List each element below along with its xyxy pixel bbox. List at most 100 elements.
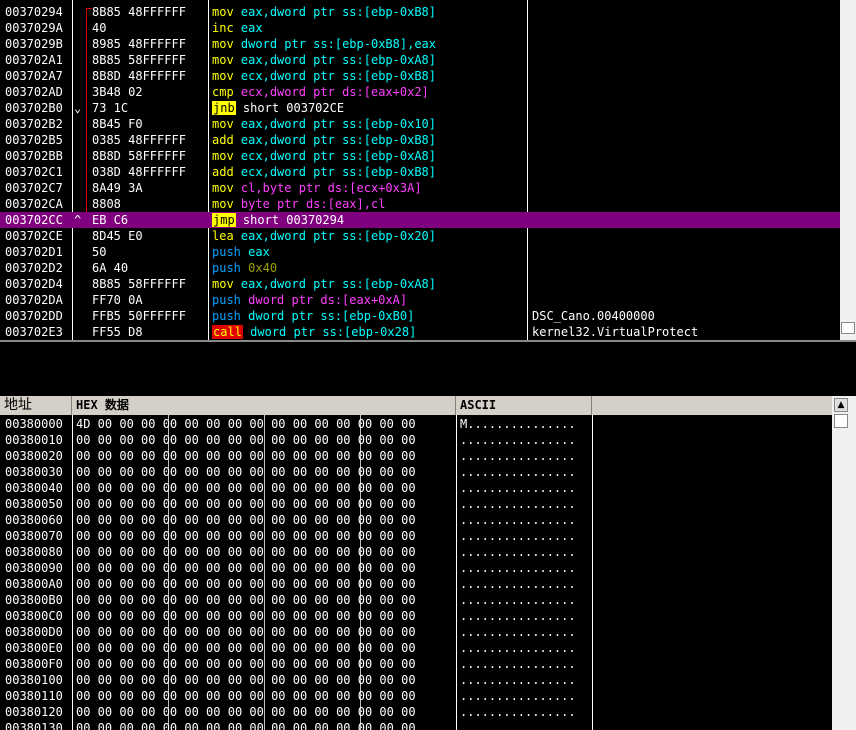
disasm-row[interactable]: 003702D2 6A 40 push 0x40 (0, 260, 840, 276)
mnemonic: push (212, 293, 241, 307)
dump-ascii: ................ (460, 673, 576, 687)
disasm-row[interactable]: 00370294 8B85 48FFFFFF mov eax,dword ptr s… (0, 4, 840, 20)
mnemonic: push (212, 261, 241, 275)
dump-hex-bytes: 00 00 00 00 00 00 00 00 00 00 00 00 00 0… (76, 689, 416, 703)
dump-address: 00380050 (5, 497, 63, 511)
instruction-address: 003702D1 (5, 245, 63, 259)
mnemonic: mov (212, 197, 234, 211)
disasm-row[interactable]: 003702DD FFB5 50FFFFFF push dword ptr ss:[… (0, 308, 840, 324)
opcode-bytes: 8B85 58FFFFFF (92, 53, 186, 67)
disasm-row[interactable]: 003702D1 50 push eax (0, 244, 840, 260)
jump-marker: ^ (74, 213, 82, 227)
disasm-row[interactable]: 003702B2 8B45 F0 mov eax,dword ptr ss:[ebp… (0, 116, 840, 132)
disasm-row[interactable]: 003702DA FF70 0A push dword ptr ds:[eax+0x… (0, 292, 840, 308)
disasm-row[interactable]: 003702A1 8B85 58FFFFFF mov eax,dword ptr s… (0, 52, 840, 68)
header-address[interactable]: 地址 (0, 396, 72, 415)
instruction-address: 003702CE (5, 229, 63, 243)
dump-address: 00380100 (5, 673, 63, 687)
scrollbar-thumb[interactable] (834, 414, 848, 428)
dump-hex-bytes: 00 00 00 00 00 00 00 00 00 00 00 00 00 0… (76, 705, 416, 719)
opcode-bytes: 40 (92, 21, 107, 35)
memory-dump-pane[interactable]: 00380000 4D 00 00 00 00 00 00 00 00 00 00… (0, 415, 832, 730)
disassembly-pane[interactable]: 00370294 8B85 48FFFFFF mov eax,dword ptr s… (0, 0, 840, 340)
operands: ecx,dword ptr ss:[ebp-0xA8] (240, 149, 436, 163)
disasm-row[interactable]: 003702C7 8A49 3A mov cl,byte ptr ds:[ecx+0… (0, 180, 840, 196)
chevron-up-icon[interactable]: ▲ (834, 398, 848, 412)
disasm-row[interactable]: 003702CA 8808 mov byte ptr ds:[eax],cl (0, 196, 840, 212)
disasm-row[interactable]: 003702CC ^ EB C6 jmp short 00370294 (0, 212, 840, 228)
dump-address: 00380000 (5, 417, 63, 431)
header-ascii[interactable]: ASCII (456, 396, 592, 415)
dump-row[interactable]: 00380130 00 00 00 00 00 00 00 00 00 00 00… (0, 720, 832, 730)
instruction-address: 0037029B (5, 37, 63, 51)
dump-row[interactable]: 003800F0 00 00 00 00 00 00 00 00 00 00 00… (0, 656, 832, 672)
instruction-text: mov ecx,dword ptr ss:[ebp-0xB8] (212, 68, 526, 84)
dump-hex-bytes: 00 00 00 00 00 00 00 00 00 00 00 00 00 0… (76, 673, 416, 687)
dump-row[interactable]: 00380120 00 00 00 00 00 00 00 00 00 00 00… (0, 704, 832, 720)
dump-ascii: ................ (460, 705, 576, 719)
operands: eax,dword ptr ss:[ebp-0xB8] (240, 133, 436, 147)
instruction-text: push 0x40 (212, 260, 526, 276)
opcode-bytes: 8985 48FFFFFF (92, 37, 186, 51)
opcode-bytes: 0385 48FFFFFF (92, 133, 186, 147)
dump-row[interactable]: 00380010 00 00 00 00 00 00 00 00 00 00 00… (0, 432, 832, 448)
dump-row[interactable]: 003800E0 00 00 00 00 00 00 00 00 00 00 00… (0, 640, 832, 656)
disasm-row[interactable]: 003702C1 038D 48FFFFFF add ecx,dword ptr s… (0, 164, 840, 180)
scrollbar-thumb[interactable] (841, 322, 855, 334)
disasm-row[interactable]: 003702B5 0385 48FFFFFF add eax,dword ptr s… (0, 132, 840, 148)
mnemonic: add (212, 165, 234, 179)
dump-row[interactable]: 003800A0 00 00 00 00 00 00 00 00 00 00 00… (0, 576, 832, 592)
opcode-bytes: 8B45 F0 (92, 117, 143, 131)
dump-hex-bytes: 00 00 00 00 00 00 00 00 00 00 00 00 00 0… (76, 529, 416, 543)
instruction-text: mov eax,dword ptr ss:[ebp-0xB8] (212, 4, 526, 20)
disasm-row[interactable]: 003702BB 8B8D 58FFFFFF mov ecx,dword ptr s… (0, 148, 840, 164)
dump-address: 00380060 (5, 513, 63, 527)
opcode-bytes: 6A 40 (92, 261, 129, 275)
dump-hex-bytes: 00 00 00 00 00 00 00 00 00 00 00 00 00 0… (76, 545, 416, 559)
mnemonic: mov (212, 277, 234, 291)
dump-row[interactable]: 00380020 00 00 00 00 00 00 00 00 00 00 00… (0, 448, 832, 464)
disasm-row[interactable]: 003702E3 FF55 D8 call dword ptr ss:[ebp-0x… (0, 324, 840, 340)
operands: eax (248, 245, 270, 259)
disasm-row[interactable]: 0037029B 8985 48FFFFFF mov dword ptr ss:[e… (0, 36, 840, 52)
operands: eax,dword ptr ss:[ebp-0x10] (240, 117, 436, 131)
disasm-row[interactable]: 0037029A 40 inc eax (0, 20, 840, 36)
opcode-bytes: 8B85 48FFFFFF (92, 5, 186, 19)
dump-scrollbar[interactable]: ▲ (832, 396, 856, 730)
disasm-row[interactable]: 003702AD 3B48 02 cmp ecx,dword ptr ds:[eax… (0, 84, 840, 100)
dump-row[interactable]: 003800B0 00 00 00 00 00 00 00 00 00 00 00… (0, 592, 832, 608)
opcode-bytes: 8808 (92, 197, 121, 211)
dump-ascii: ................ (460, 529, 576, 543)
dump-row[interactable]: 00380000 4D 00 00 00 00 00 00 00 00 00 00… (0, 416, 832, 432)
instruction-address: 003702A7 (5, 69, 63, 83)
dump-row[interactable]: 00380050 00 00 00 00 00 00 00 00 00 00 00… (0, 496, 832, 512)
mnemonic: mov (212, 149, 234, 163)
dump-row[interactable]: 00380040 00 00 00 00 00 00 00 00 00 00 00… (0, 480, 832, 496)
instruction-text: mov dword ptr ss:[ebp-0xB8],eax (212, 36, 526, 52)
disasm-row[interactable]: 003702D4 8B85 58FFFFFF mov eax,dword ptr s… (0, 276, 840, 292)
operands: short 003702CE (242, 101, 345, 115)
dump-row[interactable]: 003800D0 00 00 00 00 00 00 00 00 00 00 00… (0, 624, 832, 640)
dump-address: 003800C0 (5, 609, 63, 623)
opcode-bytes: 50 (92, 245, 107, 259)
disasm-row[interactable]: 003702CE 8D45 E0 lea eax,dword ptr ss:[ebp… (0, 228, 840, 244)
operands: eax,dword ptr ss:[ebp-0xA8] (240, 53, 436, 67)
opcode-bytes: FF55 D8 (92, 325, 143, 339)
disassembly-scrollbar[interactable] (840, 0, 856, 340)
dump-row[interactable]: 00380080 00 00 00 00 00 00 00 00 00 00 00… (0, 544, 832, 560)
dump-row[interactable]: 00380060 00 00 00 00 00 00 00 00 00 00 00… (0, 512, 832, 528)
disasm-row[interactable]: 003702A7 8B8D 48FFFFFF mov ecx,dword ptr s… (0, 68, 840, 84)
dump-row[interactable]: 00380090 00 00 00 00 00 00 00 00 00 00 00… (0, 560, 832, 576)
dump-row[interactable]: 00380070 00 00 00 00 00 00 00 00 00 00 00… (0, 528, 832, 544)
disasm-row[interactable]: 003702B0 ⌄ 73 1C jnb short 003702CE (0, 100, 840, 116)
header-hex-data[interactable]: HEX 数据 (72, 396, 456, 415)
opcode-bytes: 8B85 58FFFFFF (92, 277, 186, 291)
instruction-text: jmp short 00370294 (212, 212, 526, 228)
dump-header: 地址 HEX 数据 ASCII (0, 396, 832, 415)
dump-row[interactable]: 00380110 00 00 00 00 00 00 00 00 00 00 00… (0, 688, 832, 704)
dump-row[interactable]: 00380100 00 00 00 00 00 00 00 00 00 00 00… (0, 672, 832, 688)
dump-ascii: ................ (460, 593, 576, 607)
dump-address: 00380030 (5, 465, 63, 479)
dump-row[interactable]: 00380030 00 00 00 00 00 00 00 00 00 00 00… (0, 464, 832, 480)
dump-row[interactable]: 003800C0 00 00 00 00 00 00 00 00 00 00 00… (0, 608, 832, 624)
